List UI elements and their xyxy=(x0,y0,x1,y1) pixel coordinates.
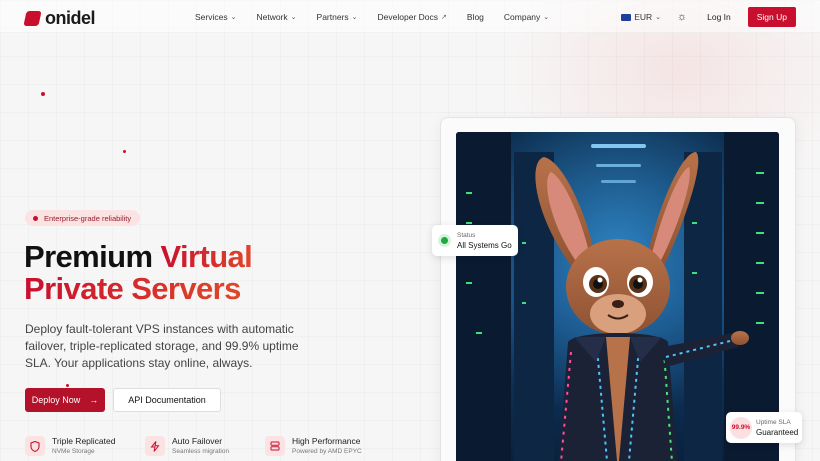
deploy-now-button[interactable]: Deploy Now → xyxy=(25,388,105,412)
hero-headline: Premium Virtual Private Servers xyxy=(24,239,253,306)
nav-item-label: Company xyxy=(503,11,541,22)
nav-item-network[interactable]: Network ⌄ xyxy=(256,12,296,22)
sla-percentage-badge: 99.9% xyxy=(730,416,752,439)
feature-item: High Performance Powered by AMD EPYC xyxy=(265,436,385,457)
feature-item: Auto Failover Seamless migration xyxy=(145,436,265,457)
feature-title: Triple Replicated xyxy=(52,436,116,446)
nav-actions: EUR ⌄ ☼ Log In Sign Up xyxy=(621,7,796,27)
headline-highlight: Virtual xyxy=(160,239,253,274)
headline-highlight: Private Servers xyxy=(24,271,241,306)
nav-item-developer-docs[interactable]: Developer Docs ↗ xyxy=(378,12,447,22)
feature-title: High Performance xyxy=(292,436,361,446)
chevron-down-icon: ⌄ xyxy=(230,13,237,21)
feature-subtitle: Powered by AMD EPYC xyxy=(292,448,362,455)
nav-item-blog[interactable]: Blog xyxy=(467,12,484,22)
nav-item-label: Blog xyxy=(466,11,484,22)
logo-mark-icon xyxy=(23,11,42,26)
nav-item-partners[interactable]: Partners ⌄ xyxy=(317,12,358,22)
nav-item-label: Developer Docs xyxy=(377,11,439,22)
decorative-dot xyxy=(66,384,69,387)
status-indicator-icon xyxy=(438,234,451,247)
chevron-down-icon: ⌄ xyxy=(351,13,358,21)
nav-item-label: Partners xyxy=(316,11,349,22)
nav-item-services[interactable]: Services ⌄ xyxy=(195,12,236,22)
system-status-card: Status All Systems Go xyxy=(432,225,518,256)
top-navigation: onidel Services ⌄ Network ⌄ Partners ⌄ D… xyxy=(0,0,820,33)
arrow-right-icon: → xyxy=(89,395,99,405)
currency-label: EUR xyxy=(634,12,653,22)
feature-item: Triple Replicated NVMe Storage xyxy=(25,436,145,457)
button-label: Deploy Now xyxy=(31,395,81,405)
chevron-down-icon: ⌄ xyxy=(290,13,297,21)
lightning-icon xyxy=(145,436,165,456)
badge-label: Enterprise-grade reliability xyxy=(44,213,132,223)
signup-button[interactable]: Sign Up xyxy=(747,7,796,27)
uptime-sla-card: 99.9% Uptime SLA Guaranteed xyxy=(726,412,802,443)
brand-logo[interactable]: onidel xyxy=(23,8,96,29)
hero-description: Deploy fault-tolerant VPS instances with… xyxy=(25,322,299,370)
theme-toggle-sun-icon[interactable]: ☼ xyxy=(677,11,687,23)
decorative-dot xyxy=(41,92,45,96)
button-label: API Documentation xyxy=(128,395,206,405)
chevron-down-icon: ⌄ xyxy=(655,14,662,21)
server-icon xyxy=(265,436,285,456)
eu-flag-icon xyxy=(621,13,632,21)
brand-name: onidel xyxy=(45,8,96,28)
status-value: All Systems Go xyxy=(457,240,512,250)
status-label: Status xyxy=(457,231,476,239)
chevron-down-icon: ⌄ xyxy=(543,13,550,21)
feature-subtitle: NVMe Storage xyxy=(52,448,95,455)
main-menu: Services ⌄ Network ⌄ Partners ⌄ Develope… xyxy=(195,0,569,33)
shield-icon xyxy=(25,436,45,456)
reliability-badge: Enterprise-grade reliability xyxy=(25,210,141,226)
sla-value: Guaranteed xyxy=(756,427,799,437)
feature-title: Auto Failover xyxy=(172,436,223,446)
sla-label: Uptime SLA xyxy=(756,418,791,426)
login-link[interactable]: Log In xyxy=(707,12,731,22)
api-documentation-button[interactable]: API Documentation xyxy=(113,388,221,412)
decorative-dot xyxy=(123,150,126,153)
feature-list: Triple Replicated NVMe Storage Auto Fail… xyxy=(25,436,385,457)
feature-subtitle: Seamless migration xyxy=(172,448,230,455)
nav-item-company[interactable]: Company ⌄ xyxy=(504,12,549,22)
nav-item-label: Services xyxy=(195,11,228,22)
headline-part: Premium xyxy=(24,239,153,274)
external-link-icon: ↗ xyxy=(441,13,447,21)
currency-selector[interactable]: EUR ⌄ xyxy=(621,12,661,22)
badge-dot-icon xyxy=(33,215,38,221)
nav-item-label: Network xyxy=(256,11,288,22)
